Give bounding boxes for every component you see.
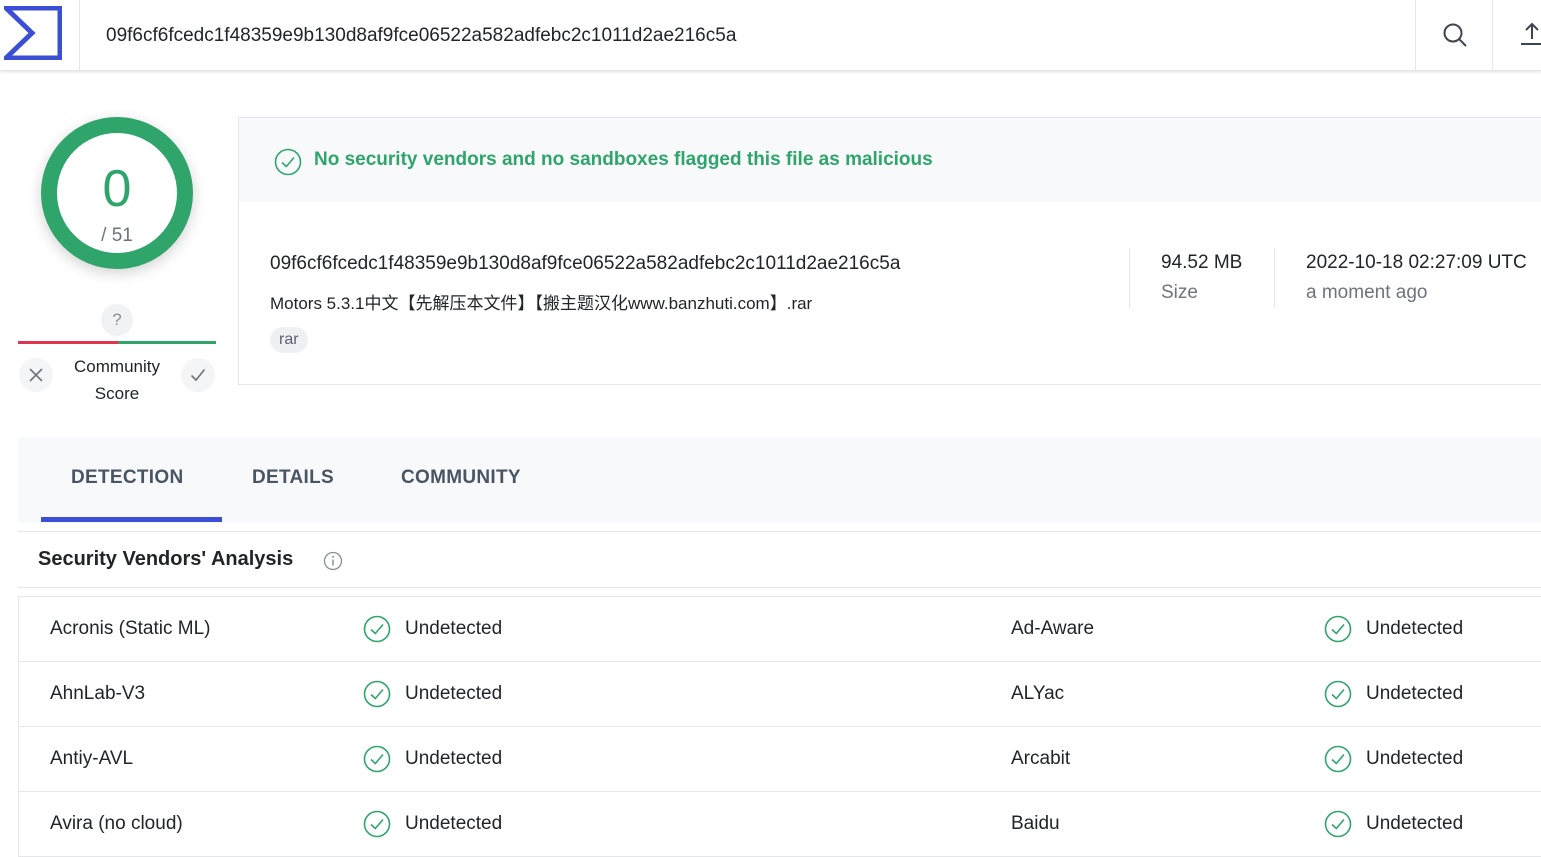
detection-score-inner: 0 / 51 — [57, 133, 177, 253]
analysis-date-value: 2022-10-18 02:27:09 UTC — [1306, 252, 1527, 273]
divider — [1274, 248, 1275, 308]
file-size-value: 94.52 MB — [1161, 252, 1243, 273]
upload-button[interactable] — [1492, 0, 1541, 71]
checkmark-icon — [190, 368, 206, 382]
file-hash: 09f6cf6fcedc1f48359e9b130d8af9fce06522a5… — [270, 253, 901, 274]
vendor-name: Arcabit — [1011, 748, 1071, 769]
vendors-table: Acronis (Static ML) Undetected Ad-Aware … — [18, 596, 1541, 857]
file-summary-card: No security vendors and no sandboxes fla… — [238, 117, 1541, 385]
check-circle-icon — [363, 745, 391, 773]
check-circle-icon — [1324, 745, 1352, 773]
check-circle-icon — [363, 680, 391, 708]
table-row: AhnLab-V3 Undetected ALYac Undetected — [19, 662, 1541, 727]
community-score-negative-bar — [18, 341, 118, 344]
table-row: Avira (no cloud) Undetected Baidu Undete… — [19, 792, 1541, 857]
section-title: Security Vendors' Analysis — [38, 548, 294, 570]
logo-link[interactable] — [0, 0, 80, 71]
check-circle-icon — [274, 148, 302, 176]
vote-harmless-button[interactable] — [181, 358, 215, 392]
check-circle-icon — [1324, 810, 1352, 838]
vendor-name: ALYac — [1011, 683, 1065, 704]
vendor-name: Baidu — [1011, 813, 1060, 834]
divider — [1129, 248, 1130, 308]
community-score-positive-bar — [118, 341, 216, 344]
table-row: Antiy-AVL Undetected Arcabit Undetected — [19, 727, 1541, 792]
tab-detection[interactable]: DETECTION — [71, 467, 183, 489]
file-type-tag[interactable]: rar — [270, 327, 308, 353]
info-icon[interactable] — [323, 551, 343, 571]
analysis-date-relative: a moment ago — [1306, 282, 1428, 303]
verdict-banner: No security vendors and no sandboxes fla… — [239, 118, 1541, 202]
upload-icon — [1521, 22, 1541, 45]
divider — [18, 587, 1541, 588]
detection-count: 0 — [102, 160, 132, 218]
vendor-result: Undetected — [405, 683, 503, 704]
vendor-name: Ad-Aware — [1011, 618, 1095, 639]
community-score-value: ? — [101, 304, 133, 336]
search-icon — [1443, 23, 1467, 47]
vendor-name: Avira (no cloud) — [50, 813, 183, 834]
vendor-name: AhnLab-V3 — [50, 683, 146, 704]
search-button[interactable] — [1415, 0, 1492, 71]
search-input[interactable] — [80, 0, 1415, 71]
tab-community[interactable]: COMMUNITY — [401, 467, 521, 489]
report-tabs: DETECTION DETAILS COMMUNITY — [18, 437, 1541, 523]
check-circle-icon — [363, 615, 391, 643]
vendor-result: Undetected — [405, 813, 503, 834]
file-size-label: Size — [1161, 282, 1198, 303]
verdict-text: No security vendors and no sandboxes fla… — [314, 149, 933, 170]
divider — [18, 531, 1541, 532]
check-circle-icon — [1324, 615, 1352, 643]
file-name: Motors 5.3.1中文【先解压本文件】【搬主题汉化www.banzhuti… — [270, 294, 813, 313]
close-icon — [29, 368, 43, 382]
check-circle-icon — [1324, 680, 1352, 708]
vendor-result: Undetected — [1366, 683, 1464, 704]
virustotal-logo-icon — [4, 6, 62, 60]
vendor-name: Antiy-AVL — [50, 748, 134, 769]
detection-score-ring: 0 / 51 — [41, 117, 193, 269]
vote-harmful-button[interactable] — [19, 358, 53, 392]
detection-total: / 51 — [101, 225, 133, 246]
active-tab-indicator — [41, 517, 222, 522]
table-row: Acronis (Static ML) Undetected Ad-Aware … — [19, 597, 1541, 662]
vendor-result: Undetected — [405, 748, 503, 769]
community-score-label: Community Score — [74, 357, 160, 403]
vendor-result: Undetected — [1366, 813, 1464, 834]
vendor-name: Acronis (Static ML) — [50, 618, 211, 639]
vendor-result: Undetected — [1366, 748, 1464, 769]
vendor-result: Undetected — [1366, 618, 1464, 639]
check-circle-icon — [363, 810, 391, 838]
top-bar — [0, 0, 1541, 71]
vendor-result: Undetected — [405, 618, 503, 639]
tab-details[interactable]: DETAILS — [252, 467, 334, 489]
